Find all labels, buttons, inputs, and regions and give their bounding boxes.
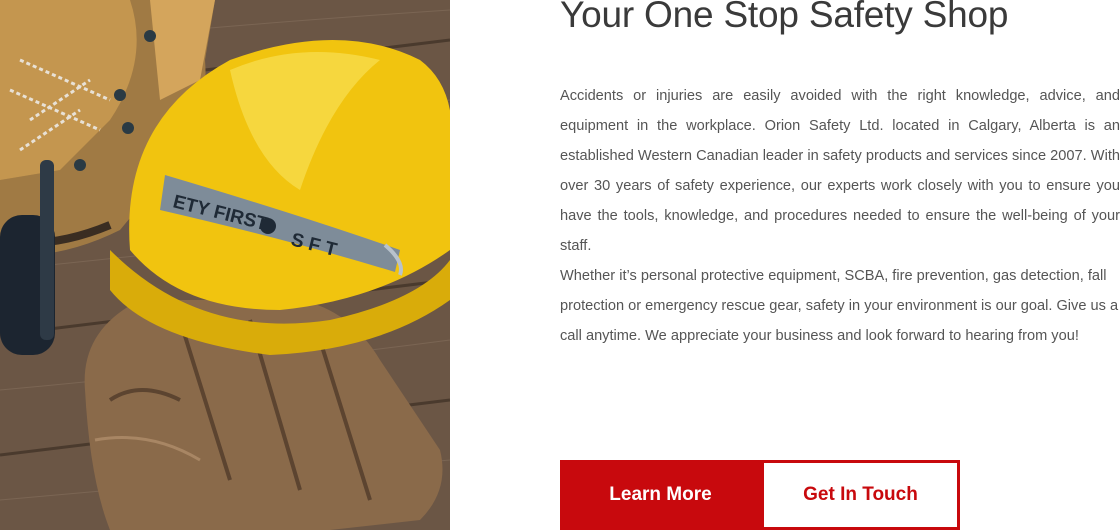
get-in-touch-button[interactable]: Get In Touch [761, 460, 960, 530]
page-title: Your One Stop Safety Shop [560, 0, 1009, 35]
services-paragraph: Whether it’s personal protective equipme… [560, 268, 1119, 344]
safety-gear-illustration: ETY FIRST S F T [0, 0, 450, 530]
intro-paragraph: Accidents or injuries are easily avoided… [560, 88, 1120, 254]
learn-more-button[interactable]: Learn More [560, 460, 761, 530]
hero-image: ETY FIRST S F T [0, 0, 450, 530]
call-to-action-group: Learn More Get In Touch [560, 460, 960, 530]
